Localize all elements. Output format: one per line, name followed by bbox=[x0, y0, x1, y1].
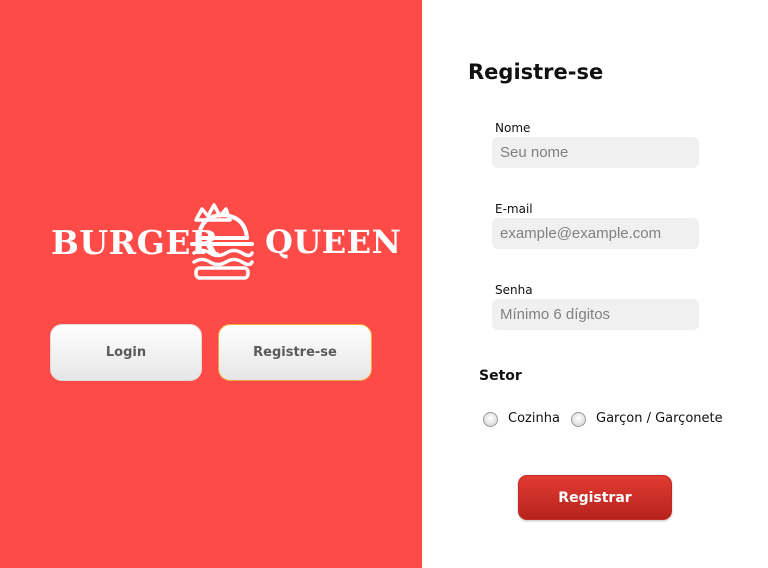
radio-option-waiter[interactable]: Garçon / Garçonete bbox=[571, 409, 723, 427]
email-input[interactable] bbox=[492, 218, 699, 249]
radio-waiter[interactable] bbox=[571, 412, 586, 427]
radio-option-kitchen[interactable]: Cozinha bbox=[483, 409, 560, 427]
name-label: Nome bbox=[495, 121, 531, 135]
radio-kitchen[interactable] bbox=[483, 412, 498, 427]
password-input[interactable] bbox=[492, 299, 699, 330]
brand-panel: Burger queen Login Registre-se bbox=[0, 0, 422, 568]
name-input[interactable] bbox=[492, 137, 699, 168]
logo-word-queen: queen bbox=[265, 223, 402, 261]
password-label: Senha bbox=[495, 283, 533, 297]
logo: Burger queen bbox=[50, 200, 401, 284]
radio-kitchen-label: Cozinha bbox=[508, 410, 560, 426]
radio-waiter-label: Garçon / Garçonete bbox=[596, 410, 723, 426]
login-button[interactable]: Login bbox=[50, 324, 202, 381]
register-form-panel: Registre-se Nome E-mail Senha Setor Cozi… bbox=[422, 0, 768, 568]
sector-title: Setor bbox=[479, 368, 522, 384]
register-nav-button[interactable]: Registre-se bbox=[218, 324, 372, 381]
burger-crown-icon bbox=[190, 203, 254, 280]
email-label: E-mail bbox=[495, 202, 533, 216]
form-title: Registre-se bbox=[468, 60, 604, 84]
register-submit-button[interactable]: Registrar bbox=[518, 475, 672, 520]
